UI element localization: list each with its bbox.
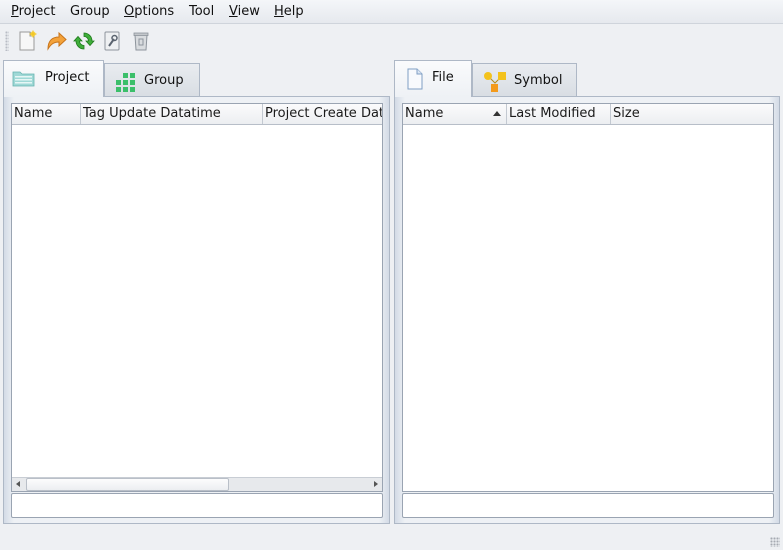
menu-help[interactable]: Help (274, 4, 304, 20)
tab-group-label: Group (144, 73, 184, 88)
tab-project-label: Project (45, 70, 90, 85)
horizontal-scrollbar[interactable] (12, 477, 382, 491)
menu-options[interactable]: Options (124, 4, 174, 20)
grid-icon (116, 73, 135, 92)
symbol-icon (484, 72, 506, 92)
column-header-tag-update[interactable]: Tag Update Datatime (81, 104, 263, 124)
tab-symbol[interactable]: Symbol (472, 63, 577, 97)
trash-icon (133, 32, 149, 51)
redo-arrow-icon (47, 31, 67, 51)
menu-bar: Project Group Options Tool View Help (0, 0, 783, 24)
file-input-field[interactable] (402, 493, 774, 518)
column-header-size[interactable]: Size (611, 104, 773, 124)
scroll-left-button[interactable] (12, 478, 26, 491)
project-panel: Project Group Name Tag Update Datatime P… (3, 60, 390, 524)
properties-button[interactable] (99, 28, 125, 54)
scroll-right-button[interactable] (368, 478, 382, 491)
file-list[interactable]: Name Last Modified Size (402, 103, 774, 492)
status-bar (0, 528, 783, 550)
tab-file[interactable]: File (394, 60, 472, 97)
tab-group[interactable]: Group (104, 63, 200, 97)
project-tab-content: Name Tag Update Datatime Project Create … (3, 96, 390, 524)
refresh-button[interactable] (71, 28, 97, 54)
project-list-header: Name Tag Update Datatime Project Create … (12, 104, 382, 125)
delete-button[interactable] (128, 28, 154, 54)
tab-file-label: File (432, 70, 454, 85)
new-button[interactable] (14, 28, 40, 54)
properties-wrench-icon (104, 31, 120, 51)
project-list[interactable]: Name Tag Update Datatime Project Create … (11, 103, 383, 492)
menu-group[interactable]: Group (70, 4, 110, 20)
menu-tool[interactable]: Tool (189, 4, 214, 20)
new-document-icon (19, 30, 37, 51)
menu-project[interactable]: Project (11, 4, 56, 20)
menu-view[interactable]: View (229, 4, 260, 20)
scroll-thumb[interactable] (26, 478, 229, 491)
refresh-icon (73, 32, 95, 50)
sort-ascending-icon (493, 111, 501, 116)
file-panel: File Symbol Name Last Modified Size (394, 60, 780, 524)
size-grip[interactable] (770, 537, 780, 547)
redo-button[interactable] (43, 28, 69, 54)
project-input-field[interactable] (11, 493, 383, 518)
tab-symbol-label: Symbol (514, 73, 563, 88)
column-header-name[interactable]: Name (12, 104, 81, 124)
tab-project[interactable]: Project (3, 60, 104, 97)
column-header-name-label: Name (405, 106, 444, 121)
column-header-project-create[interactable]: Project Create Dat (263, 104, 382, 124)
file-list-header: Name Last Modified Size (403, 104, 773, 125)
column-header-name[interactable]: Name (403, 104, 507, 124)
column-header-last-modified[interactable]: Last Modified (507, 104, 611, 124)
toolbar (0, 25, 783, 57)
chevron-right-icon (374, 481, 378, 487)
toolbar-grip[interactable] (5, 31, 9, 51)
folder-icon (12, 71, 35, 87)
chevron-left-icon (16, 481, 20, 487)
file-tab-content: Name Last Modified Size (394, 96, 780, 524)
file-icon (407, 68, 423, 90)
